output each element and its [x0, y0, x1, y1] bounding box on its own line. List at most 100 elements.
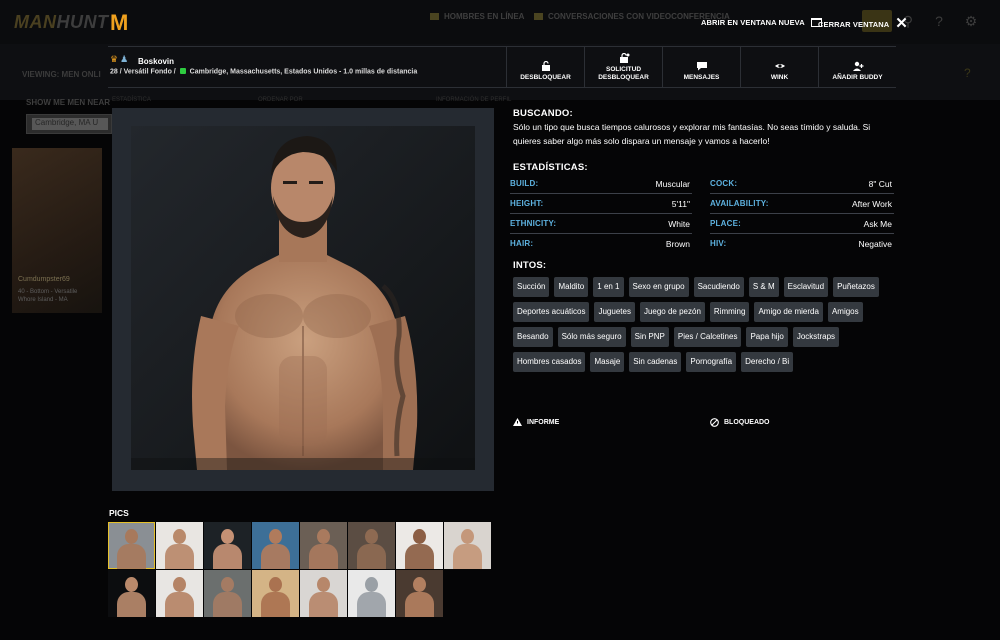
report-link[interactable]: INFORME — [513, 418, 559, 426]
logo-letter: M — [110, 10, 129, 35]
online-status-icon — [179, 68, 186, 74]
pic-thumbnail[interactable] — [396, 522, 443, 569]
background-profile-card[interactable]: Cumdumpster69 40 - Bottom - Versatile Who… — [12, 148, 102, 313]
looking-for-text: Sólo un tipo que busca tiempos calurosos… — [513, 122, 871, 146]
wink-label: WINK — [770, 74, 789, 81]
profile-username: Boskovin — [138, 57, 175, 66]
into-tag: Sacudiendo — [693, 277, 744, 297]
stat-row-height: HEIGHT: 5'11" — [510, 196, 692, 214]
stat-key: PLACE: — [710, 219, 741, 228]
pic-thumbnail[interactable] — [300, 570, 347, 617]
into-tag: Maldito — [554, 277, 589, 297]
gear-icon[interactable]: ⚙ — [964, 14, 978, 28]
pic-thumbnail[interactable] — [156, 522, 203, 569]
stat-key: ETHNICITY: — [510, 219, 557, 228]
profile-header: ♛ ♟ Boskovin 28 / Versátil Fondo / Cambr… — [108, 46, 896, 88]
stat-value: Ask Me — [863, 219, 892, 229]
profile-age-role: 28 / Versátil Fondo / — [110, 68, 176, 76]
into-tag: Pies / Calcetines — [673, 327, 742, 347]
stat-value: Brown — [665, 239, 690, 249]
into-tag: Derecho / Bi — [741, 352, 794, 372]
blocked-link[interactable]: BLOQUEADO — [710, 418, 770, 427]
intos-tag-list: Succión Maldito 1 en 1 Sexo en grupo Sacudie… — [513, 277, 893, 372]
into-tag: Jockstraps — [792, 327, 840, 347]
unlock-request-icon — [619, 53, 629, 63]
location-input[interactable]: Cambridge, MA U — [26, 114, 112, 134]
into-tag: Pornografía — [686, 352, 737, 372]
pic-thumbnail[interactable] — [156, 570, 203, 617]
pics-thumbnail-grid — [108, 522, 492, 618]
messages-button[interactable]: MENSAJES — [662, 47, 740, 87]
pic-thumbnail[interactable] — [252, 570, 299, 617]
card-info-line1: 40 - Bottom - Versatile — [18, 289, 78, 295]
pic-thumbnail[interactable] — [300, 522, 347, 569]
wink-button[interactable]: WINK — [740, 47, 818, 87]
user-badges: ♛ ♟ — [110, 55, 128, 64]
stat-row-build: BUILD: Muscular — [510, 176, 692, 194]
card-info: 40 - Bottom - Versatile Whore Island - MA — [18, 288, 77, 304]
pic-thumbnail[interactable] — [444, 522, 491, 569]
pic-thumbnail[interactable] — [108, 522, 155, 569]
location-value: Cambridge, MA U — [32, 118, 108, 130]
add-buddy-button[interactable]: AÑADIR BUDDY — [818, 47, 896, 87]
stat-key: COCK: — [710, 179, 738, 188]
column-estadistica: ESTADÍSTICA — [112, 97, 151, 103]
block-icon — [710, 418, 719, 427]
close-window-button[interactable]: CERRAR VENTANA ✕ — [818, 15, 908, 32]
pic-thumbnail[interactable] — [348, 570, 395, 617]
stat-key: HAIR: — [510, 239, 534, 248]
into-tag: Deportes acuáticos — [513, 302, 590, 322]
help-icon[interactable]: ? — [932, 14, 946, 28]
blocked-label: BLOQUEADO — [724, 419, 770, 426]
stat-row-hiv: HIV: Negative — [710, 236, 894, 254]
open-new-window-button[interactable]: ABRIR EN VENTANA NUEVA — [701, 18, 822, 27]
unlock-request-button[interactable]: SOLICITUD DESBLOQUEAR — [584, 47, 662, 87]
pic-thumbnail[interactable] — [204, 570, 251, 617]
into-tag: Papa hijo — [746, 327, 788, 347]
report-label: INFORME — [527, 418, 560, 426]
card-info-line2: Whore Island - MA — [18, 297, 68, 303]
stat-key: HIV: — [710, 239, 727, 248]
into-tag: 1 en 1 — [593, 277, 624, 297]
into-tag: Rimming — [709, 302, 750, 322]
profile-actions: DESBLOQUEAR SOLICITUD DESBLOQUEAR MENSAJ… — [506, 47, 896, 87]
into-tag: Masaje — [590, 352, 625, 372]
main-photo-illustration — [131, 126, 475, 470]
close-icon: ✕ — [895, 15, 908, 32]
main-photo[interactable] — [131, 126, 475, 470]
into-tag: Amigo de mierda — [754, 302, 823, 322]
into-tag: Succión — [513, 277, 550, 297]
stat-row-place: PLACE: Ask Me — [710, 216, 894, 234]
stats-title: ESTADÍSTICAS: — [513, 162, 588, 173]
unlock-request-label: SOLICITUD DESBLOQUEAR — [598, 66, 649, 81]
column-info: INFORMACIÓN DE PERFIL — [436, 97, 512, 103]
stat-row-cock: COCK: 8" Cut — [710, 176, 894, 194]
looking-for-title: BUSCANDO: — [513, 108, 573, 119]
stat-row-hair: HAIR: Brown — [510, 236, 692, 254]
couple-icon: ♟ — [120, 54, 129, 64]
unlock-button[interactable]: DESBLOQUEAR — [506, 47, 584, 87]
into-tag: S & M — [748, 277, 779, 297]
into-tag: Puñetazos — [833, 277, 879, 297]
intos-title: INTOS: — [513, 260, 547, 271]
stat-row-availability: AVAILABILITY: After Work — [710, 196, 894, 214]
into-tag: Sólo más seguro — [557, 327, 626, 347]
into-tag: Besando — [513, 327, 553, 347]
pic-thumbnail[interactable] — [396, 570, 443, 617]
stat-key: HEIGHT: — [510, 199, 544, 208]
pic-thumbnail[interactable] — [252, 522, 299, 569]
pic-thumbnail[interactable] — [108, 570, 155, 617]
help-circle-icon[interactable]: ? — [964, 66, 971, 80]
pic-thumbnail[interactable] — [204, 522, 251, 569]
profile-meta: 28 / Versátil Fondo / Cambridge, Massach… — [110, 68, 417, 75]
stat-row-ethnicity: ETHNICITY: White — [510, 216, 692, 234]
wink-icon — [774, 64, 785, 68]
unlock-label: DESBLOQUEAR — [520, 74, 571, 81]
stat-value: 8" Cut — [868, 179, 892, 189]
into-tag: Juego de pezón — [639, 302, 705, 322]
pic-thumbnail[interactable] — [348, 522, 395, 569]
main-photo-frame — [112, 108, 494, 491]
stat-key: AVAILABILITY: — [710, 199, 769, 208]
show-me-label: SHOW ME MEN NEAR — [26, 98, 110, 107]
into-tag: Sin PNP — [630, 327, 669, 347]
